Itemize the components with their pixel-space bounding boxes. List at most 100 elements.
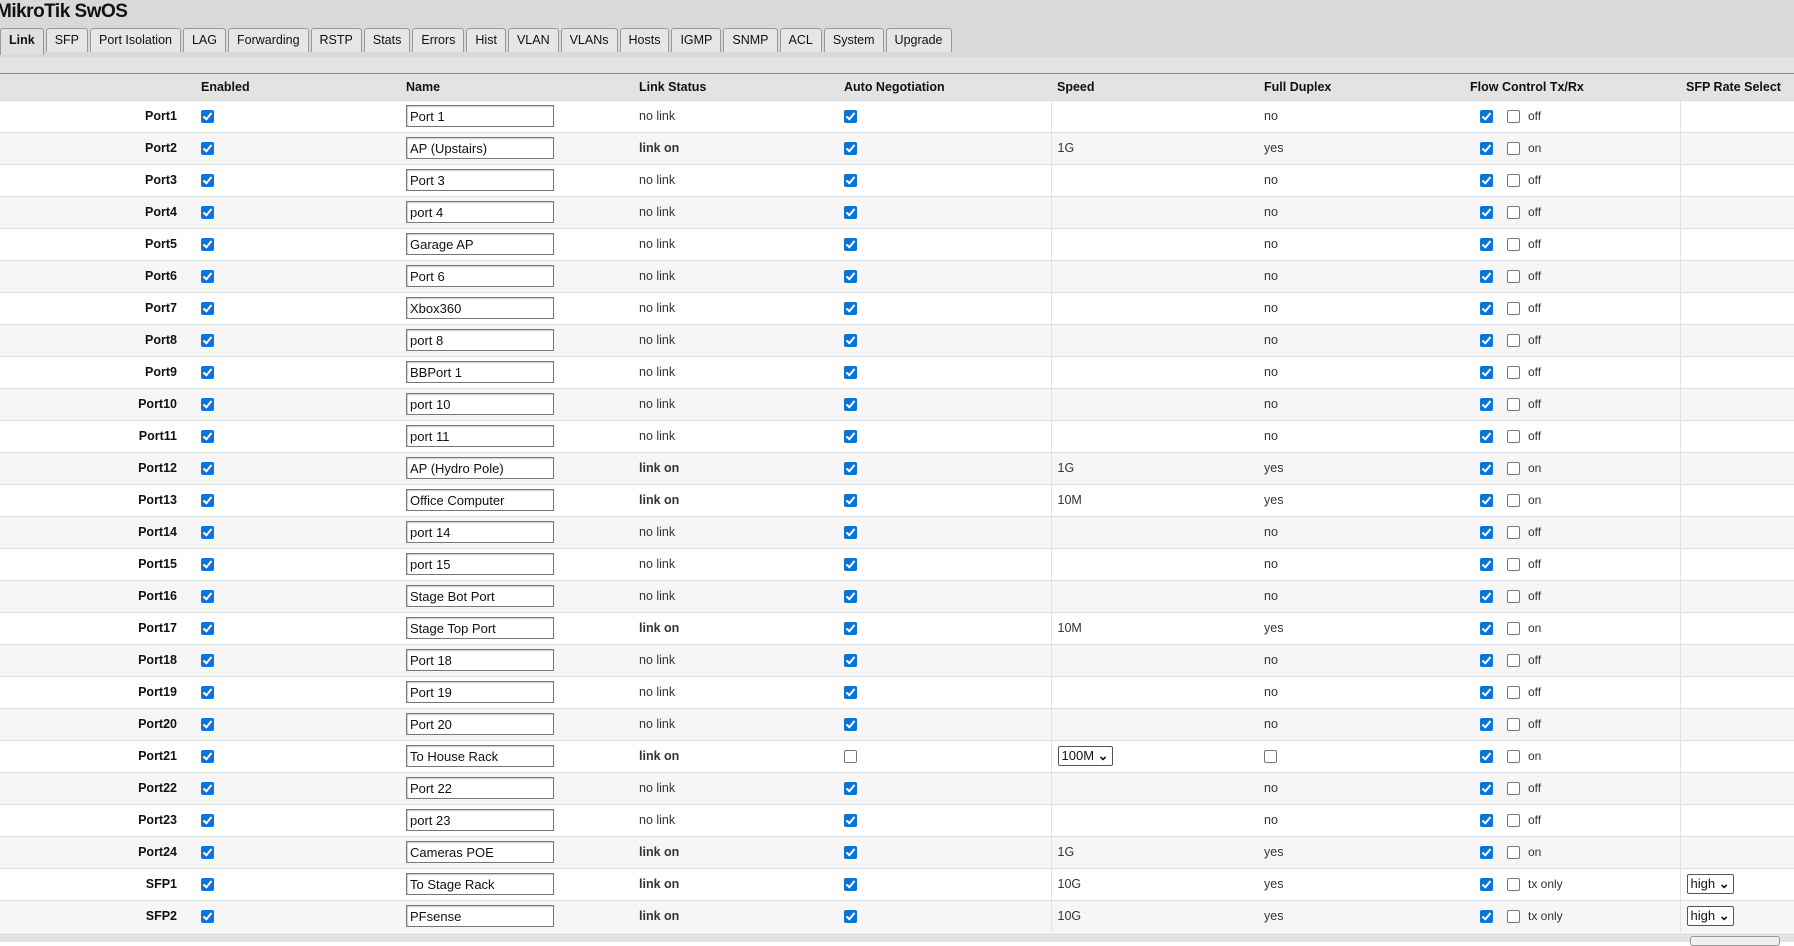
apply-button[interactable]: [1690, 936, 1780, 946]
tab-port-isolation[interactable]: Port Isolation: [90, 28, 181, 52]
port-name-input[interactable]: Port 1: [406, 105, 554, 127]
flow-control-tx-checkbox[interactable]: [1480, 366, 1493, 380]
speed-select[interactable]: 100M ⌄: [1057, 746, 1113, 766]
flow-control-rx-checkbox[interactable]: [1507, 878, 1520, 892]
flow-control-rx-checkbox[interactable]: [1507, 174, 1520, 188]
flow-control-tx-checkbox[interactable]: [1480, 782, 1493, 796]
flow-control-rx-checkbox[interactable]: [1507, 142, 1520, 156]
port-name-input[interactable]: port 14: [406, 521, 554, 543]
port-name-input[interactable]: BBPort 1: [406, 361, 554, 383]
port-name-input[interactable]: Port 20: [406, 713, 554, 735]
flow-control-tx-checkbox[interactable]: [1480, 462, 1493, 476]
enabled-checkbox[interactable]: [201, 814, 214, 828]
tab-stats[interactable]: Stats: [363, 28, 411, 52]
enabled-checkbox[interactable]: [201, 782, 214, 796]
tab-igmp[interactable]: IGMP: [671, 28, 722, 52]
auto-negotiation-checkbox[interactable]: [844, 782, 857, 796]
flow-control-tx-checkbox[interactable]: [1480, 270, 1493, 284]
enabled-checkbox[interactable]: [201, 142, 214, 156]
auto-negotiation-checkbox[interactable]: [844, 526, 857, 540]
flow-control-rx-checkbox[interactable]: [1507, 462, 1520, 476]
flow-control-tx-checkbox[interactable]: [1480, 174, 1493, 188]
sfp-rate-select[interactable]: high ⌄: [1686, 906, 1734, 927]
flow-control-tx-checkbox[interactable]: [1480, 686, 1493, 700]
enabled-checkbox[interactable]: [201, 206, 214, 220]
auto-negotiation-checkbox[interactable]: [844, 750, 857, 764]
flow-control-tx-checkbox[interactable]: [1480, 910, 1493, 924]
auto-negotiation-checkbox[interactable]: [844, 814, 857, 828]
auto-negotiation-checkbox[interactable]: [844, 846, 857, 860]
flow-control-tx-checkbox[interactable]: [1480, 622, 1493, 636]
port-name-input[interactable]: AP (Hydro Pole): [406, 457, 554, 479]
flow-control-tx-checkbox[interactable]: [1480, 558, 1493, 572]
enabled-checkbox[interactable]: [201, 878, 214, 892]
port-name-input[interactable]: Port 22: [406, 777, 554, 799]
auto-negotiation-checkbox[interactable]: [844, 654, 857, 668]
auto-negotiation-checkbox[interactable]: [844, 174, 857, 188]
enabled-checkbox[interactable]: [201, 846, 214, 860]
port-name-input[interactable]: AP (Upstairs): [406, 137, 554, 159]
flow-control-tx-checkbox[interactable]: [1480, 878, 1493, 892]
port-name-input[interactable]: PFsense: [406, 905, 554, 928]
port-name-input[interactable]: Cameras POE: [406, 841, 554, 863]
flow-control-tx-checkbox[interactable]: [1480, 846, 1493, 860]
port-name-input[interactable]: Stage Bot Port: [406, 585, 554, 607]
flow-control-rx-checkbox[interactable]: [1507, 750, 1520, 764]
enabled-checkbox[interactable]: [201, 494, 214, 508]
flow-control-rx-checkbox[interactable]: [1507, 686, 1520, 700]
tab-rstp[interactable]: RSTP: [310, 28, 362, 52]
flow-control-tx-checkbox[interactable]: [1480, 238, 1493, 252]
auto-negotiation-checkbox[interactable]: [844, 302, 857, 316]
flow-control-tx-checkbox[interactable]: [1480, 494, 1493, 508]
auto-negotiation-checkbox[interactable]: [844, 718, 857, 732]
flow-control-rx-checkbox[interactable]: [1507, 398, 1520, 412]
auto-negotiation-checkbox[interactable]: [844, 910, 857, 924]
auto-negotiation-checkbox[interactable]: [844, 366, 857, 380]
enabled-checkbox[interactable]: [201, 302, 214, 316]
enabled-checkbox[interactable]: [201, 238, 214, 252]
auto-negotiation-checkbox[interactable]: [844, 686, 857, 700]
port-name-input[interactable]: To Stage Rack: [406, 873, 554, 895]
tab-acl[interactable]: ACL: [779, 28, 822, 52]
tab-vlan[interactable]: VLAN: [507, 28, 559, 52]
tab-vlans[interactable]: VLANs: [560, 28, 618, 52]
port-name-input[interactable]: Stage Top Port: [406, 617, 554, 639]
auto-negotiation-checkbox[interactable]: [844, 270, 857, 284]
flow-control-rx-checkbox[interactable]: [1507, 302, 1520, 316]
flow-control-tx-checkbox[interactable]: [1480, 718, 1493, 732]
auto-negotiation-checkbox[interactable]: [844, 430, 857, 444]
port-name-input[interactable]: Port 3: [406, 169, 554, 191]
auto-negotiation-checkbox[interactable]: [844, 622, 857, 636]
enabled-checkbox[interactable]: [201, 398, 214, 412]
port-name-input[interactable]: Garage AP: [406, 233, 554, 255]
port-name-input[interactable]: Xbox360: [406, 297, 554, 319]
flow-control-tx-checkbox[interactable]: [1480, 110, 1493, 124]
tab-lag[interactable]: LAG: [182, 28, 226, 52]
flow-control-rx-checkbox[interactable]: [1507, 846, 1520, 860]
flow-control-rx-checkbox[interactable]: [1507, 654, 1520, 668]
enabled-checkbox[interactable]: [201, 686, 214, 700]
flow-control-rx-checkbox[interactable]: [1507, 622, 1520, 636]
auto-negotiation-checkbox[interactable]: [844, 238, 857, 252]
tab-hosts[interactable]: Hosts: [619, 28, 670, 52]
enabled-checkbox[interactable]: [201, 334, 214, 348]
flow-control-rx-checkbox[interactable]: [1507, 526, 1520, 540]
enabled-checkbox[interactable]: [201, 718, 214, 732]
auto-negotiation-checkbox[interactable]: [844, 590, 857, 604]
enabled-checkbox[interactable]: [201, 110, 214, 124]
auto-negotiation-checkbox[interactable]: [844, 878, 857, 892]
auto-negotiation-checkbox[interactable]: [844, 334, 857, 348]
port-name-input[interactable]: Port 19: [406, 681, 554, 703]
port-name-input[interactable]: Port 6: [406, 265, 554, 287]
enabled-checkbox[interactable]: [201, 270, 214, 284]
auto-negotiation-checkbox[interactable]: [844, 462, 857, 476]
flow-control-tx-checkbox[interactable]: [1480, 814, 1493, 828]
auto-negotiation-checkbox[interactable]: [844, 110, 857, 124]
auto-negotiation-checkbox[interactable]: [844, 142, 857, 156]
flow-control-tx-checkbox[interactable]: [1480, 750, 1493, 764]
tab-errors[interactable]: Errors: [412, 28, 465, 52]
flow-control-tx-checkbox[interactable]: [1480, 206, 1493, 220]
enabled-checkbox[interactable]: [201, 654, 214, 668]
flow-control-rx-checkbox[interactable]: [1507, 718, 1520, 732]
flow-control-tx-checkbox[interactable]: [1480, 142, 1493, 156]
